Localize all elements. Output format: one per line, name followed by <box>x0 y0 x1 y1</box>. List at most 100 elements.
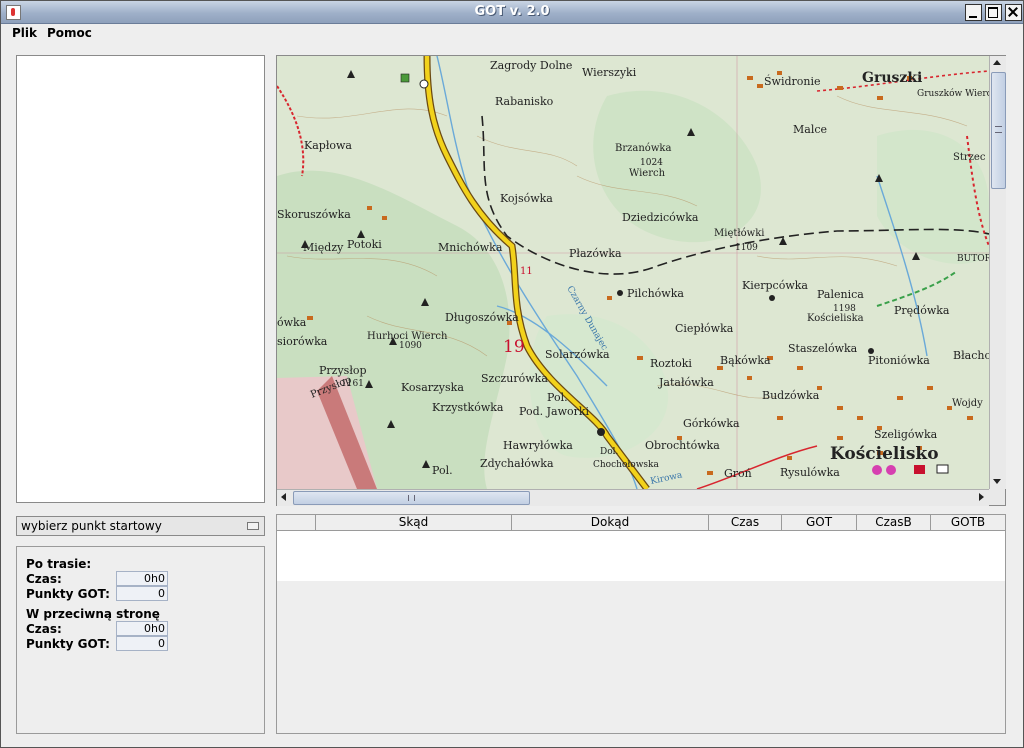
column-header-gotb[interactable]: GOTB <box>931 515 1005 531</box>
map-vertical-scrollbar[interactable] <box>989 56 1006 489</box>
map-label: Malce <box>793 123 827 136</box>
map-label: Pod. Jaworki <box>519 405 590 418</box>
map-label: Kapłowa <box>304 139 352 152</box>
map-label: Staszelówka <box>788 342 858 355</box>
menu-pomoc[interactable]: Pomoc <box>47 26 92 40</box>
column-header-got[interactable]: GOT <box>782 515 857 531</box>
map-label: 1109 <box>735 243 758 253</box>
forward-time-label: Czas: <box>26 572 62 586</box>
start-point-combo[interactable]: wybierz punkt startowy <box>16 516 265 536</box>
map-label: Szczurówka <box>481 372 548 385</box>
column-header-czasb[interactable]: CzasB <box>857 515 931 531</box>
map-horizontal-scroll-thumb[interactable] <box>293 491 530 505</box>
column-header-skad[interactable]: Skąd <box>316 515 512 531</box>
map-label: Groń <box>724 467 752 480</box>
map-horizontal-scrollbar[interactable] <box>277 489 989 506</box>
map-label: Bąkówka <box>720 354 771 367</box>
map-label: Strzec <box>953 152 986 163</box>
map-label: 19 <box>503 337 525 357</box>
scroll-up-icon[interactable] <box>990 56 1004 70</box>
map-label: Wierszyki <box>582 66 637 79</box>
map-label: Dziedzicówka <box>622 211 699 224</box>
menu-plik[interactable]: Plik <box>12 26 37 40</box>
map-label: Prędówka <box>894 304 950 317</box>
scroll-right-icon[interactable] <box>974 490 988 504</box>
map-label: Rysulówka <box>780 466 840 479</box>
map-label: Krzystkówka <box>432 401 504 414</box>
map-label: 1090 <box>399 341 422 351</box>
start-point-combo-value: wybierz punkt startowy <box>21 519 162 533</box>
map-label: Rabanisko <box>495 95 554 108</box>
map-label: Wierch <box>629 168 666 179</box>
minimize-icon[interactable] <box>965 4 982 21</box>
map-label: Wojdy <box>952 398 983 409</box>
map-label: 1024 <box>640 158 663 168</box>
map-label: Błacho <box>953 349 989 362</box>
map-label: Ciepłówka <box>675 322 734 335</box>
scroll-down-icon[interactable] <box>990 474 1004 488</box>
map-label: Między <box>303 241 344 254</box>
map-label: Chochołowska <box>593 460 659 470</box>
map-label: BUTOR <box>957 254 989 264</box>
map-label: Jatałówka <box>658 376 714 389</box>
map-label: Budzówka <box>762 389 820 402</box>
tourist-map[interactable]: Zagrody Dolne Wierszyki Rabanisko Świdro… <box>277 56 989 489</box>
maximize-icon[interactable] <box>985 4 1002 21</box>
map-label: Hawryłówka <box>503 439 573 452</box>
map-label: Przysłop <box>319 364 367 377</box>
map-scroll-pane: Zagrody Dolne Wierszyki Rabanisko Świdro… <box>276 55 1006 506</box>
menu-bar: Plik Pomoc <box>1 24 1023 44</box>
map-label: Pol. <box>432 464 453 477</box>
map-label: Pitoniówka <box>868 354 930 367</box>
map-label: Kosarzyska <box>401 381 464 394</box>
application-window: GOT v. 2.0 Plik Pomoc wybierz punkt star… <box>0 0 1024 748</box>
map-label: Gruszki <box>862 70 922 86</box>
forward-header: Po trasie: <box>26 557 92 571</box>
map-label: Płazówka <box>569 247 622 260</box>
route-table: Skąd Dokąd Czas GOT CzasB GOTB <box>276 514 1006 734</box>
column-header-index[interactable] <box>277 515 316 531</box>
map-label: Mnichówka <box>438 241 503 254</box>
map-label: Pol. <box>547 391 568 404</box>
column-header-dokad[interactable]: Dokąd <box>512 515 709 531</box>
map-label: 1198 <box>833 304 856 314</box>
map-label: Kojsówka <box>500 192 553 205</box>
map-label: Kierpcówka <box>742 279 808 292</box>
map-label: Długoszówka <box>445 311 519 324</box>
reverse-points-value: 0 <box>116 636 168 651</box>
map-label: siorówka <box>277 335 328 348</box>
window-title: GOT v. 2.0 <box>474 4 550 19</box>
route-points-list[interactable] <box>16 55 265 503</box>
map-label: Brzanówka <box>615 143 671 154</box>
route-table-header: Skąd Dokąd Czas GOT CzasB GOTB <box>277 515 1005 531</box>
forward-points-label: Punkty GOT: <box>26 587 110 601</box>
map-label: Potoki <box>347 238 382 251</box>
map-label: Kościeliska <box>807 313 864 324</box>
map-label: Szeligówka <box>874 428 938 441</box>
column-header-czas[interactable]: Czas <box>709 515 782 531</box>
map-label: ówka <box>277 316 307 329</box>
route-table-body[interactable] <box>277 531 1005 581</box>
reverse-time-label: Czas: <box>26 622 62 636</box>
close-icon[interactable] <box>1005 4 1022 21</box>
map-label: Świdronie <box>764 74 821 88</box>
map-label: Kościelisko <box>830 444 939 464</box>
combo-arrow-icon[interactable] <box>247 522 259 530</box>
map-label: Dol. <box>600 447 619 457</box>
map-label: Miętłówki <box>714 228 764 239</box>
reverse-header: W przeciwną stronę <box>26 607 160 621</box>
map-label: Roztoki <box>650 357 692 370</box>
route-stats-panel: Po trasie: Czas: 0h0 Punkty GOT: 0 W prz… <box>16 546 265 734</box>
title-bar[interactable]: GOT v. 2.0 <box>1 1 1023 24</box>
reverse-points-label: Punkty GOT: <box>26 637 110 651</box>
map-label: 11 <box>520 266 533 277</box>
map-label: Górkówka <box>683 417 740 430</box>
scroll-left-icon[interactable] <box>277 490 291 504</box>
forward-points-value: 0 <box>116 586 168 601</box>
map-vertical-scroll-thumb[interactable] <box>991 72 1006 189</box>
map-label: Gruszków Wierch <box>917 88 989 99</box>
map-label: Skoruszówka <box>277 208 351 221</box>
map-label: Zdychałówka <box>480 457 554 470</box>
map-label: Obrochtówka <box>645 439 720 452</box>
reverse-time-value: 0h0 <box>116 621 168 636</box>
